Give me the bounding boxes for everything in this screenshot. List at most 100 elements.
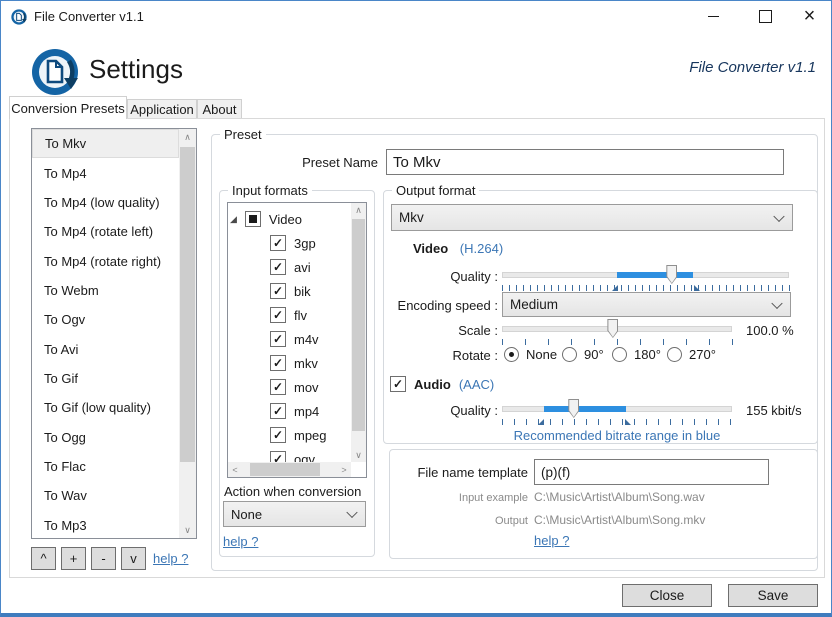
preset-list[interactable]: To Mkv To Mp4 To Mp4 (low quality) To Mp… [31,128,197,539]
format-row[interactable]: ✓ mov [270,375,319,399]
radio-icon[interactable] [612,346,627,362]
tab-application[interactable]: Application [127,99,197,119]
save-button[interactable]: Save [728,584,818,607]
format-row[interactable]: ✓ mpeg [270,423,327,447]
tab-about[interactable]: About [197,99,242,119]
chevron-down-icon [346,506,358,519]
radio-icon[interactable] [504,346,519,362]
selected-container: Mkv [399,210,424,225]
scroll-down-icon[interactable]: ∨ [351,448,366,462]
slider-ticks [502,419,734,425]
format-row[interactable]: ✓ mp4 [270,399,319,423]
scale-slider[interactable] [502,319,734,345]
rotate-option-label: 180° [634,346,661,362]
minimize-button[interactable] [691,1,736,31]
preset-list-item[interactable]: To Webm [32,276,179,305]
audio-quality-slider[interactable] [502,399,734,425]
radio-icon[interactable] [562,346,577,362]
format-label: mov [294,379,319,395]
format-row[interactable]: ✓ mkv [270,351,318,375]
output-container-select[interactable]: Mkv [391,204,793,231]
slider-recommended-range [544,406,626,412]
preset-list-item[interactable]: To Mp3 [32,511,179,538]
format-checkbox[interactable]: ✓ [270,283,286,299]
file-name-template-input[interactable] [534,459,769,485]
preset-list-item[interactable]: To Mp4 (low quality) [32,188,179,217]
move-preset-up-button[interactable]: ^ [31,547,56,570]
expander-icon[interactable]: ◢ [230,214,237,225]
radio-icon[interactable] [667,346,682,362]
tree-node-video[interactable]: ◢ Video [230,207,302,231]
scrollbar-thumb[interactable] [250,463,320,476]
format-row[interactable]: ✓ m4v [270,327,319,351]
preset-list-item[interactable]: To Mkv [32,129,179,159]
preset-list-item[interactable]: To Flac [32,452,179,481]
rotate-option-90[interactable]: 90° [562,345,604,363]
format-row[interactable]: ✓ flv [270,303,307,327]
format-row[interactable]: ✓ avi [270,255,311,279]
close-window-button[interactable]: × [787,1,831,31]
preset-list-item[interactable]: To Gif [32,364,179,393]
format-checkbox[interactable]: ✓ [270,307,286,323]
format-label: 3gp [294,235,316,251]
scrollbar-thumb[interactable] [352,219,365,431]
input-formats-group-label: Input formats [228,183,312,198]
format-checkbox[interactable]: ✓ [270,403,286,419]
preset-list-scrollbar[interactable]: ∧ ∨ [179,129,196,538]
scrollbar-thumb[interactable] [180,147,195,462]
format-checkbox[interactable]: ✓ [270,427,286,443]
tree-horizontal-scrollbar[interactable]: < > [228,462,351,477]
scroll-left-icon[interactable]: < [228,462,242,477]
format-checkbox[interactable]: ✓ [270,355,286,371]
move-preset-down-button[interactable]: v [121,547,146,570]
input-formats-help-link[interactable]: help ? [223,534,258,549]
preset-list-item[interactable]: To Wav [32,481,179,510]
format-label: avi [294,259,311,275]
add-preset-button[interactable]: + [61,547,86,570]
slider-track[interactable] [502,406,732,412]
maximize-button[interactable] [743,1,788,31]
input-formats-tree[interactable]: ◢ Video ✓ 3gp ✓ avi ✓ bik ✓ flv ✓ m4v ✓ mkv ✓ m… [227,202,367,478]
scroll-up-icon[interactable]: ∧ [351,203,366,217]
scroll-down-icon[interactable]: ∨ [179,522,196,538]
rotate-option-none[interactable]: None [504,345,557,363]
app-version-label: File Converter v1.1 [689,59,816,76]
tab-conversion-presets[interactable]: Conversion Presets [9,96,127,119]
bitrate-note: Recommended bitrate range in blue [513,428,721,443]
preset-list-help-link[interactable]: help ? [153,551,188,566]
preset-list-item[interactable]: To Mp4 (rotate right) [32,246,179,275]
preset-list-item[interactable]: To Ogg [32,423,179,452]
format-row[interactable]: ✓ bik [270,279,311,303]
file-naming-help-link[interactable]: help ? [534,533,569,548]
preset-list-item[interactable]: To Mp4 (rotate left) [32,217,179,246]
slider-thumb[interactable] [666,265,678,284]
encoding-speed-select[interactable]: Medium [502,292,791,317]
audio-quality-label: Quality : [450,403,498,418]
scroll-up-icon[interactable]: ∧ [179,129,196,145]
slider-track[interactable] [502,272,789,278]
slider-thumb[interactable] [568,399,580,418]
action-when-conversion-select[interactable]: None [223,501,366,527]
rotate-label: Rotate : [452,348,498,363]
rotate-option-270[interactable]: 270° [667,345,716,363]
video-checkbox[interactable] [244,211,261,227]
slider-thumb[interactable] [607,319,619,338]
preset-list-item[interactable]: To Mp4 [32,158,179,187]
audio-checkbox[interactable]: ✓ [390,376,406,392]
format-checkbox[interactable]: ✓ [270,259,286,275]
format-checkbox[interactable]: ✓ [270,331,286,347]
tree-vertical-scrollbar[interactable]: ∧ ∨ [351,203,366,462]
video-quality-slider[interactable] [502,265,793,291]
format-checkbox[interactable]: ✓ [270,235,286,251]
remove-preset-button[interactable]: - [91,547,116,570]
preset-list-item[interactable]: To Gif (low quality) [32,393,179,422]
preset-list-item[interactable]: To Ogv [32,305,179,334]
preset-list-item[interactable]: To Avi [32,335,179,364]
scroll-right-icon[interactable]: > [337,462,351,477]
format-row[interactable]: ✓ 3gp [270,231,316,255]
format-checkbox[interactable]: ✓ [270,379,286,395]
rotate-option-180[interactable]: 180° [612,345,661,363]
format-label: bik [294,283,311,299]
close-button[interactable]: Close [622,584,712,607]
preset-name-input[interactable] [386,149,784,175]
